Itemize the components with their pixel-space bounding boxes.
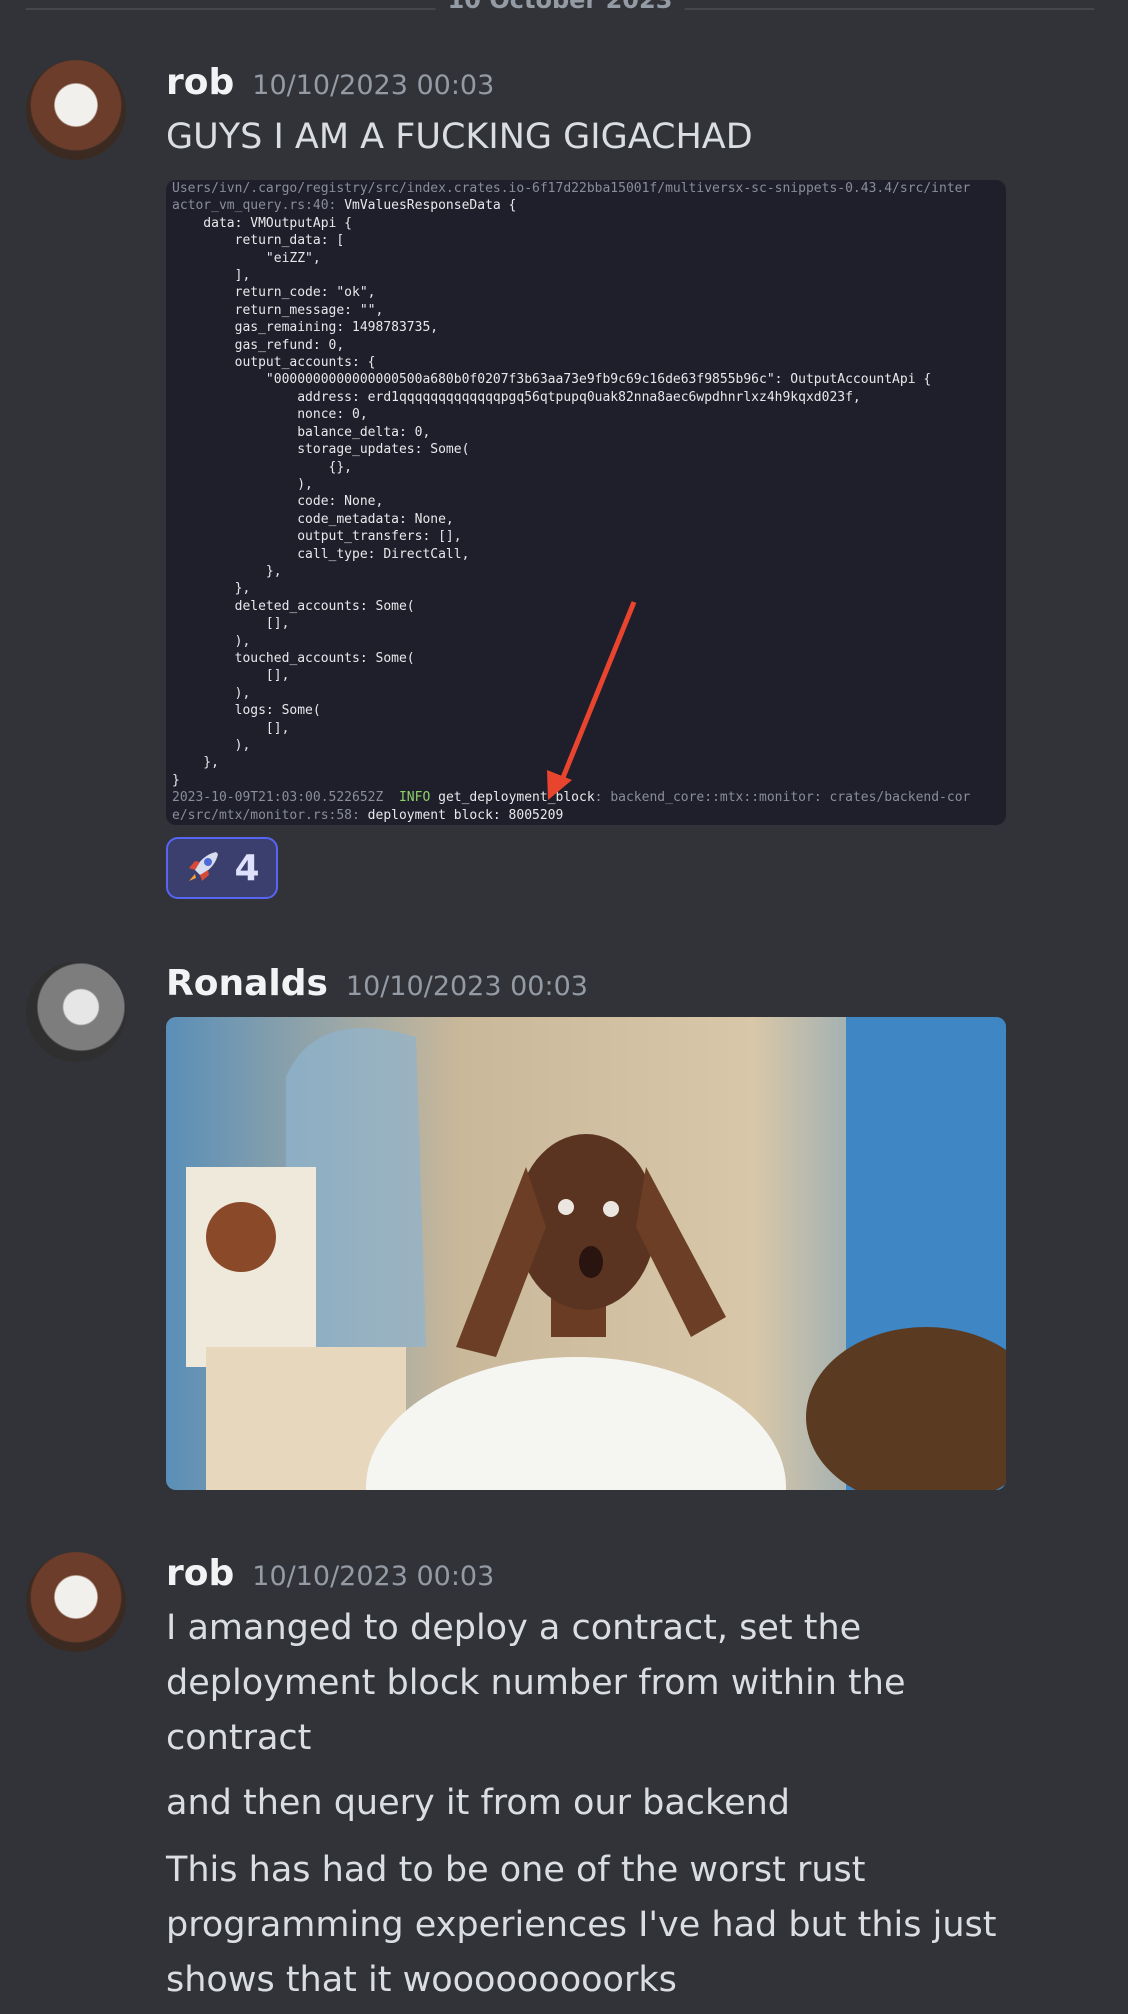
timestamp: 10/10/2023 00:03 — [345, 971, 588, 1002]
message-header: rob 10/10/2023 00:03 — [166, 1553, 494, 1594]
avatar[interactable] — [26, 962, 126, 1062]
reaction-button[interactable]: 4 — [166, 837, 278, 899]
reaction-count: 4 — [234, 847, 260, 889]
avatar[interactable] — [26, 1552, 126, 1652]
author-name[interactable]: Ronalds — [166, 963, 328, 1004]
rocket-icon — [184, 846, 224, 890]
message-paragraph: This has had to be one of the worst rust… — [166, 1850, 997, 2000]
message-header: Ronalds 10/10/2023 00:03 — [166, 963, 588, 1004]
image-attachment[interactable] — [166, 1017, 1006, 1490]
message-paragraph: and then query it from our backend — [166, 1783, 791, 1823]
author-name[interactable]: rob — [166, 1553, 234, 1594]
timestamp: 10/10/2023 00:03 — [252, 1561, 495, 1592]
red-arrow-annotation — [547, 601, 637, 800]
message-paragraph: I amanged to deploy a contract, set the … — [166, 1608, 906, 1758]
